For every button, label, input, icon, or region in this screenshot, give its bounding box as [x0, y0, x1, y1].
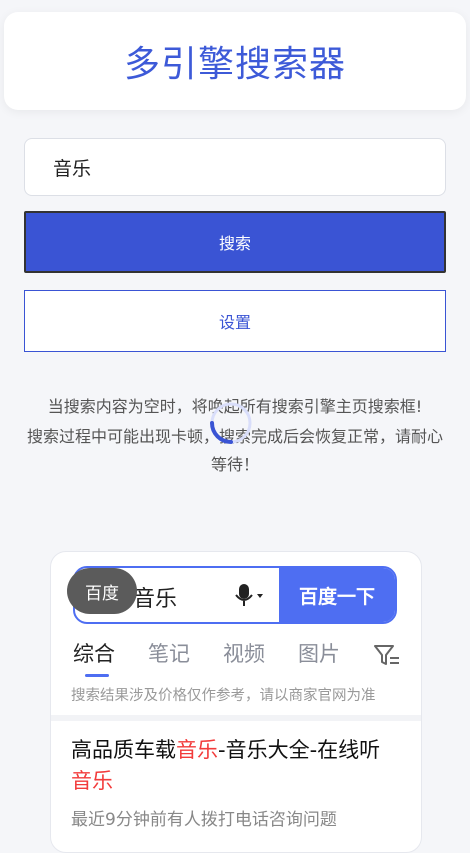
- result-title[interactable]: 高品质车载音乐-音乐大全-在线听音乐: [71, 735, 401, 797]
- engine-result-card: 音乐 百度一下 百度 综合 笔记 视频 图片 搜索结果涉及价格仅作参考，请以商家…: [50, 551, 422, 853]
- tab-videos[interactable]: 视频: [223, 638, 265, 668]
- result-title-part: 高品质车载: [71, 738, 176, 762]
- tab-notes[interactable]: 笔记: [148, 638, 190, 668]
- tab-images[interactable]: 图片: [298, 638, 340, 668]
- baidu-query-text: 音乐: [133, 587, 178, 612]
- microphone-icon[interactable]: [231, 582, 265, 608]
- result-title-part: -音乐大全-在线听: [218, 738, 381, 762]
- filter-icon[interactable]: [373, 642, 401, 668]
- app-header: 多引擎搜索器: [4, 12, 466, 110]
- search-button[interactable]: 搜索: [24, 211, 446, 273]
- section-divider: [51, 715, 421, 721]
- result-description: 最近9分钟前有人拨打电话咨询问题: [71, 810, 337, 830]
- search-input[interactable]: [24, 138, 446, 196]
- tab-comprehensive[interactable]: 综合: [73, 638, 115, 668]
- page-title: 多引擎搜索器: [123, 44, 346, 85]
- result-title-highlight: 音乐: [176, 738, 218, 762]
- result-title-highlight: 音乐: [71, 769, 113, 793]
- settings-button[interactable]: 设置: [24, 290, 446, 352]
- price-notice: 搜索结果涉及价格仅作参考，请以商家官网为准: [71, 688, 376, 704]
- loading-spinner-icon: [210, 402, 252, 444]
- engine-label-chip[interactable]: 百度: [67, 568, 137, 614]
- baidu-submit-button[interactable]: 百度一下: [279, 568, 395, 622]
- active-tab-indicator: [85, 674, 109, 677]
